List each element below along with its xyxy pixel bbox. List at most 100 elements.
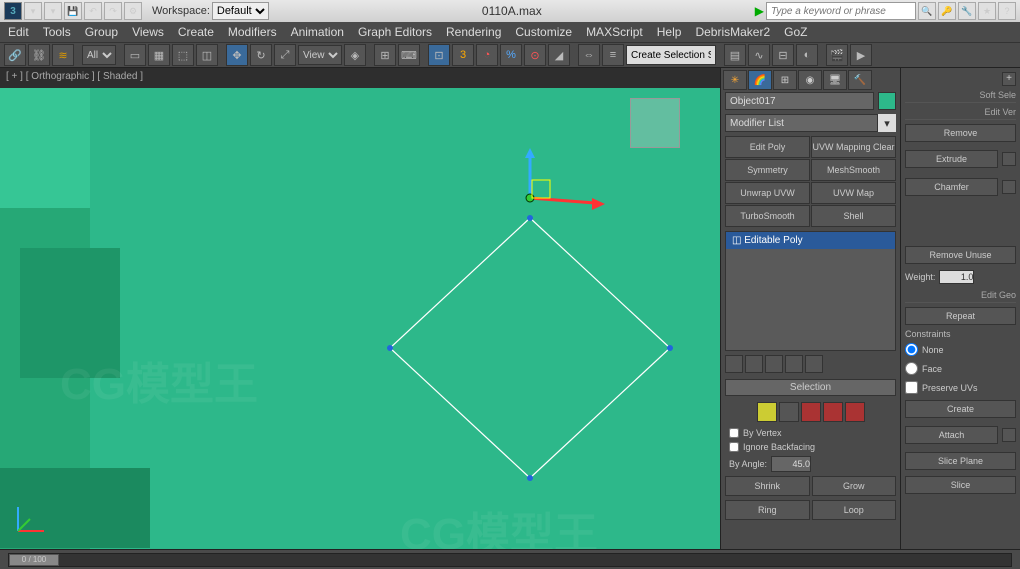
by-vertex-checkbox[interactable] [729, 428, 739, 438]
menu-help[interactable]: Help [657, 25, 682, 39]
redo-icon[interactable]: ↷ [104, 2, 122, 20]
modifier-list-dropdown[interactable] [725, 114, 878, 132]
slice-plane-button[interactable]: Slice Plane [905, 452, 1016, 470]
mod-turbosmooth[interactable]: TurboSmooth [725, 205, 810, 227]
show-end-result-icon[interactable] [745, 355, 763, 373]
vertex-mode-icon[interactable] [757, 402, 777, 422]
edit-vertices-title[interactable]: Edit Ver [905, 105, 1016, 120]
chamfer-button[interactable]: Chamfer [905, 178, 998, 196]
menu-debrismaker[interactable]: DebrisMaker2 [695, 25, 770, 39]
stack-item-editable-poly[interactable]: ◫ Editable Poly [726, 232, 895, 249]
modifier-stack[interactable]: ◫ Editable Poly [725, 231, 896, 351]
extrude-settings-icon[interactable] [1002, 152, 1016, 166]
ignore-backfacing-checkbox[interactable] [729, 442, 739, 452]
viewport-scene[interactable]: CG模型王 CG模型王 [0, 68, 720, 549]
viewport-label[interactable]: [ + ] [ Orthographic ] [ Shaded ] [6, 71, 143, 82]
move-icon[interactable]: ✥ [226, 44, 248, 66]
percent-snap-icon[interactable]: % [500, 44, 522, 66]
slice-button[interactable]: Slice [905, 476, 1016, 494]
constraint-face-radio[interactable] [905, 362, 918, 375]
open-file-icon[interactable]: ▾ [44, 2, 62, 20]
unlink-icon[interactable]: ⛓ [28, 44, 50, 66]
mirror-icon[interactable]: ⇔ [578, 44, 600, 66]
wrench-icon[interactable]: 🔧 [958, 2, 976, 20]
snap-toggle-icon[interactable]: ⊡ [428, 44, 450, 66]
timeline[interactable]: 0 / 100 [8, 553, 1012, 567]
grow-button[interactable]: Grow [812, 476, 897, 496]
edge-mode-icon[interactable] [779, 402, 799, 422]
select-link-icon[interactable]: 🔗 [4, 44, 26, 66]
remove-unused-button[interactable]: Remove Unuse [905, 246, 1016, 264]
scale-icon[interactable]: ⤢ [274, 44, 296, 66]
mod-meshsmooth[interactable]: MeshSmooth [811, 159, 896, 181]
modify-tab-icon[interactable]: 🌈 [748, 70, 772, 90]
object-name-input[interactable] [725, 92, 874, 110]
menu-goz[interactable]: GoZ [784, 25, 807, 39]
display-tab-icon[interactable]: 🖥 [823, 70, 847, 90]
menu-customize[interactable]: Customize [515, 25, 572, 39]
menu-modifiers[interactable]: Modifiers [228, 25, 277, 39]
menu-views[interactable]: Views [132, 25, 164, 39]
menu-group[interactable]: Group [85, 25, 118, 39]
menu-edit[interactable]: Edit [8, 25, 29, 39]
menu-rendering[interactable]: Rendering [446, 25, 501, 39]
rect-select-icon[interactable]: ⬚ [172, 44, 194, 66]
ring-button[interactable]: Ring [725, 500, 810, 520]
create-tab-icon[interactable]: ✳ [723, 70, 747, 90]
utilities-tab-icon[interactable]: 🔨 [848, 70, 872, 90]
angle-snap-icon[interactable]: ◔ [476, 44, 498, 66]
edit-geo-title[interactable]: Edit Geo [905, 288, 1016, 303]
soft-sel-title[interactable]: Soft Sele [905, 88, 1016, 103]
mod-uvw-map[interactable]: UVW Map [811, 182, 896, 204]
play-icon[interactable]: ▶ [755, 4, 764, 18]
named-selection-input[interactable] [626, 45, 716, 65]
extrude-button[interactable]: Extrude [905, 150, 998, 168]
object-color-swatch[interactable] [878, 92, 896, 110]
edge-constraint-icon[interactable]: ◢ [548, 44, 570, 66]
ref-coord-select[interactable]: View [298, 45, 342, 65]
plus-icon[interactable]: + [1002, 72, 1016, 86]
star-icon[interactable]: ★ [978, 2, 996, 20]
material-icon[interactable]: ◐ [796, 44, 818, 66]
new-file-icon[interactable]: ▾ [24, 2, 42, 20]
bind-icon[interactable]: ≋ [52, 44, 74, 66]
attach-button[interactable]: Attach [905, 426, 998, 444]
view-cube[interactable] [630, 98, 680, 148]
pin-stack-icon[interactable] [725, 355, 743, 373]
save-icon[interactable]: 💾 [64, 2, 82, 20]
attach-list-icon[interactable] [1002, 428, 1016, 442]
render-icon[interactable]: ▶ [850, 44, 872, 66]
constraint-none-radio[interactable] [905, 343, 918, 356]
help-icon[interactable]: ? [998, 2, 1016, 20]
select-icon[interactable]: ▭ [124, 44, 146, 66]
spinner-snap-icon[interactable]: ⊙ [524, 44, 546, 66]
align-icon[interactable]: ≡ [602, 44, 624, 66]
weight-input[interactable] [939, 270, 974, 284]
binoculars-icon[interactable]: 🔍 [918, 2, 936, 20]
mod-unwrap-uvw[interactable]: Unwrap UVW [725, 182, 810, 204]
make-unique-icon[interactable] [765, 355, 783, 373]
create-button[interactable]: Create [905, 400, 1016, 418]
mod-uvw-clear[interactable]: UVW Mapping Clear [811, 136, 896, 158]
border-mode-icon[interactable] [801, 402, 821, 422]
pivot-icon[interactable]: ◈ [344, 44, 366, 66]
viewport[interactable]: [ + ] [ Orthographic ] [ Shaded ] [0, 68, 720, 549]
menu-create[interactable]: Create [178, 25, 214, 39]
hierarchy-tab-icon[interactable]: ⊞ [773, 70, 797, 90]
element-mode-icon[interactable] [845, 402, 865, 422]
menu-tools[interactable]: Tools [43, 25, 71, 39]
motion-tab-icon[interactable]: ◉ [798, 70, 822, 90]
search-input[interactable] [766, 2, 916, 20]
preserve-uvs-checkbox[interactable] [905, 381, 918, 394]
undo-icon[interactable]: ↶ [84, 2, 102, 20]
keyboard-icon[interactable]: ⌨ [398, 44, 420, 66]
curve-editor-icon[interactable]: ∿ [748, 44, 770, 66]
angle-input[interactable] [771, 456, 811, 472]
menu-graph-editors[interactable]: Graph Editors [358, 25, 432, 39]
mod-edit-poly[interactable]: Edit Poly [725, 136, 810, 158]
render-setup-icon[interactable]: 🎬 [826, 44, 848, 66]
schematic-icon[interactable]: ⊟ [772, 44, 794, 66]
polygon-mode-icon[interactable] [823, 402, 843, 422]
repeat-button[interactable]: Repeat [905, 307, 1016, 325]
shrink-button[interactable]: Shrink [725, 476, 810, 496]
